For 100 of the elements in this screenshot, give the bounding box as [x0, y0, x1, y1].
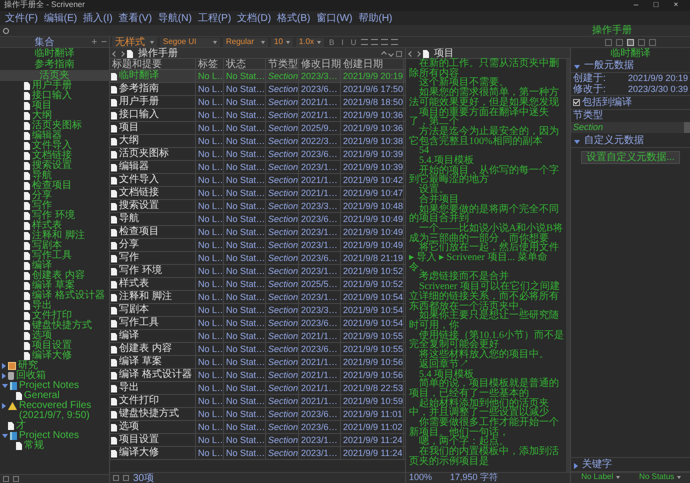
section-heading[interactable]: 关键字	[582, 459, 612, 470]
table-cell: 2021/9/9 10:54	[341, 304, 404, 316]
table-row[interactable]: 写作 No L…No Stat… Section 2023/6… 2021/9/8 21:19	[110, 252, 405, 265]
checkbox[interactable]	[573, 99, 580, 106]
zoom-dropdown[interactable]: 100%	[409, 473, 432, 483]
forward-icon[interactable]	[119, 50, 125, 56]
table-row[interactable]: 大纲 No L…No Stat… Section 2022/3… 2021/9/9 10:38	[110, 135, 405, 148]
menu-item[interactable]: 插入(I)	[80, 12, 116, 24]
menu-item[interactable]: 查看(V)	[116, 12, 155, 24]
binder-item[interactable]: Recovered Files (2021/9/7, 9:50)	[0, 401, 109, 421]
header-button[interactable]: −	[99, 36, 109, 48]
status-dropdown[interactable]: No Status	[630, 473, 690, 482]
binder-item[interactable]: 写作 环境	[0, 211, 109, 221]
binder-item[interactable]: 分享	[0, 191, 109, 201]
style-dropdown[interactable]: 无样式	[112, 37, 157, 47]
binder-item[interactable]: 写作	[0, 201, 109, 211]
collection-tab[interactable]: 参考指南	[0, 59, 109, 70]
binder-item[interactable]: General	[0, 391, 109, 401]
binder-item[interactable]: 导航	[0, 171, 109, 181]
binder-item[interactable]: 研究	[0, 361, 109, 371]
font-dropdown[interactable]: Segoe UI	[160, 38, 220, 46]
menu-item[interactable]: 文件(F)	[2, 12, 41, 24]
binder-item[interactable]: 注释和 脚注	[0, 231, 109, 241]
table-row[interactable]: 检查项目 No L…No Stat… Section 2023/1… 2021/9/9 10:49	[110, 226, 405, 239]
search-icon[interactable]	[3, 28, 9, 34]
menu-item[interactable]: 帮助(H)	[356, 12, 396, 24]
binder-item[interactable]: 项目设置	[0, 341, 109, 351]
table-row[interactable]: 接口输入 No L…No Stat… Section 2021/1… 2021/9/9 10:36	[110, 109, 405, 122]
inspector-tab[interactable]	[627, 38, 634, 46]
binder-item[interactable]: 用户手册	[0, 81, 109, 91]
binder-item[interactable]: 才	[0, 421, 109, 431]
collection-tab[interactable]: 临时翻译	[0, 48, 109, 59]
binder-item[interactable]: 编译 草案	[0, 281, 109, 291]
table-row[interactable]: 项目设置 No L…No Stat… Section 2023/1… 2021/9/9 11:24	[110, 434, 405, 447]
binder-item[interactable]: 文件导入	[0, 141, 109, 151]
table-row[interactable]: 写作工具 No L…No Stat… Section 2023/6… 2021/9/9 10:54	[110, 317, 405, 330]
binder-item[interactable]: 键盘快捷方式	[0, 321, 109, 331]
table-row[interactable]: 导出 No L…No Stat… Section 2021/1… 2021/9/8 22:53	[110, 382, 405, 395]
menu-item[interactable]: 工程(P)	[194, 12, 234, 24]
table-row[interactable]: 搜索设置 No L…No Stat… Section 2023/3… 2021/9/9 10:48	[110, 200, 405, 213]
binder-item[interactable]: 大纲	[0, 111, 109, 121]
table-row[interactable]: 临时翻译 No L…No Stat… Section 2023/3… 2021/9/9 20:19	[110, 70, 405, 83]
binder-item[interactable]: 编译 格式设计器	[0, 291, 109, 301]
label-dropdown[interactable]: No Label	[571, 473, 630, 482]
binder-item[interactable]: 活页夹图标	[0, 121, 109, 131]
size-dropdown[interactable]: 10	[271, 38, 293, 46]
section-heading[interactable]: 自定义元数据	[584, 135, 644, 146]
binder-item[interactable]: 编译	[0, 261, 109, 271]
back-icon[interactable]	[112, 50, 118, 56]
binder-item[interactable]: 文件打印	[0, 311, 109, 321]
collection-tab[interactable]: 活页夹	[0, 70, 109, 81]
custom-metadata-button[interactable]: 设置自定义元数据...	[581, 151, 680, 164]
binder-item[interactable]: 写剧本	[0, 241, 109, 251]
table-row[interactable]: 编译 No L…No Stat… Section 2021/1… 2021/9/9 10:55	[110, 330, 405, 343]
binder-item[interactable]: 回收箱	[0, 371, 109, 381]
italic-button[interactable]: I	[339, 38, 346, 46]
table-row[interactable]: 样式表 No L…No Stat… Section 2025/5… 2021/9/9 10:52	[110, 278, 405, 291]
table-row[interactable]: 项目 No L…No Stat… Section 2025/9… 2021/9/9 10:36	[110, 122, 405, 135]
minimize-button[interactable]: –	[626, 1, 646, 10]
binder-item[interactable]: 创建表 内容	[0, 271, 109, 281]
binder-item[interactable]: 样式表	[0, 221, 109, 231]
table-row[interactable]: 编译 格式设计器 No L…No Stat… Section 2021/1… 2021/9/9 10:56	[110, 369, 405, 382]
menu-item[interactable]: 编辑(E)	[40, 12, 80, 24]
caret-icon[interactable]	[574, 65, 580, 69]
menu-item[interactable]: 窗口(W)	[313, 12, 356, 24]
header-button[interactable]: +	[89, 36, 100, 48]
table-row[interactable]: 编辑器 No L…No Stat… Section 2023/1… 2021/9/9 10:39	[110, 161, 405, 174]
binder-item[interactable]: 项目	[0, 101, 109, 111]
binder-item[interactable]: 检查项目	[0, 181, 109, 191]
caret-icon[interactable]	[574, 140, 580, 144]
table-row[interactable]: 写剧本 No L…No Stat… Section 2023/3… 2021/9/9 10:54	[110, 304, 405, 317]
forward-icon[interactable]	[415, 50, 421, 56]
binder-item[interactable]: 常规	[0, 441, 109, 451]
maximize-button[interactable]: □	[646, 1, 666, 10]
menu-item[interactable]: 导航(N)	[154, 12, 195, 24]
table-row[interactable]: 选项 No L…No Stat… Section 2023/6… 2021/9/9 11:02	[110, 421, 405, 434]
back-icon[interactable]	[408, 50, 414, 56]
close-button[interactable]: ×	[666, 1, 686, 10]
binder-item[interactable]: 搜索设置	[0, 161, 109, 171]
binder-item[interactable]: Project Notes	[0, 431, 109, 441]
table-row[interactable]: 编译大修 No L…No Stat… Section 2023/1… 2021/9/9 11:24	[110, 447, 405, 460]
table-row[interactable]: 活页夹图标 No L…No Stat… Section 2023/6… 2021/9/9 10:39	[110, 148, 405, 161]
weight-dropdown[interactable]: Regular	[223, 38, 268, 46]
bold-button[interactable]: B	[327, 38, 336, 46]
binder-item[interactable]: 选项	[0, 331, 109, 341]
binder-item[interactable]: 导出	[0, 301, 109, 311]
underline-button[interactable]: U	[348, 38, 358, 46]
binder-item[interactable]: 文档链接	[0, 151, 109, 161]
binder-item[interactable]: 编译大修	[0, 351, 109, 361]
menu-item[interactable]: 格式(B)	[274, 12, 314, 24]
spacing-dropdown[interactable]: 1.0x	[296, 38, 324, 46]
binder-item[interactable]: 写作工具	[0, 251, 109, 261]
up-icon[interactable]	[381, 50, 387, 56]
binder-item[interactable]: Project Notes	[0, 381, 109, 391]
binder-item[interactable]: 编辑器	[0, 131, 109, 141]
binder-item[interactable]: 接口输入	[0, 91, 109, 101]
menu-item[interactable]: 文档(D)	[234, 12, 274, 24]
section-heading[interactable]: 一般元数据	[584, 60, 634, 71]
table-row[interactable]: 参考指南 No L…No Stat… Section 2023/6… 2021/9/6 17:50	[110, 83, 405, 96]
section-type-select[interactable]: Section	[571, 122, 690, 133]
